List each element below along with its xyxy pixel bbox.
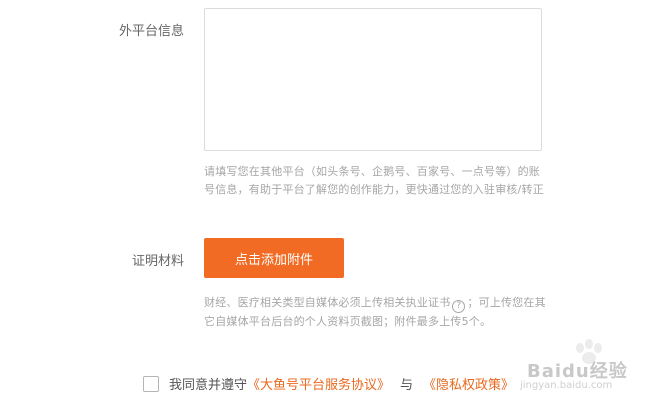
agreement-prefix: 我同意并遵守	[169, 378, 248, 393]
agreement-checkbox[interactable]	[143, 375, 159, 392]
agreement-row: 我同意并遵守 《大鱼号平台服务协议》 与 《隐私权政策》	[143, 374, 514, 393]
external-platform-hint: 请填写您在其他平台（如头条号、企鹅号、百家号、一点号等）的账号信息，有助于平台了…	[204, 165, 544, 196]
external-platform-textarea[interactable]	[204, 8, 542, 151]
privacy-policy-link[interactable]: 《隐私权政策》	[423, 374, 514, 393]
proof-materials-label: 证明材料	[131, 254, 184, 269]
agreement-and: 与	[400, 378, 414, 393]
watermark-url: jingyan.baidu.com	[520, 380, 613, 391]
proof-materials-hint: 财经、医疗相关类型自媒体必须上传相关执业证书? ；可上传您在其它自媒体平台后台的个…	[204, 294, 549, 331]
service-agreement-link[interactable]: 《大鱼号平台服务协议》	[247, 374, 390, 393]
add-attachment-button[interactable]: 点击添加附件	[204, 238, 344, 278]
external-platform-label: 外平台信息	[118, 24, 184, 39]
proof-hint-text-start: 财经、医疗相关类型自媒体必须上传相关执业证书	[204, 296, 451, 309]
help-icon[interactable]: ?	[452, 300, 466, 313]
